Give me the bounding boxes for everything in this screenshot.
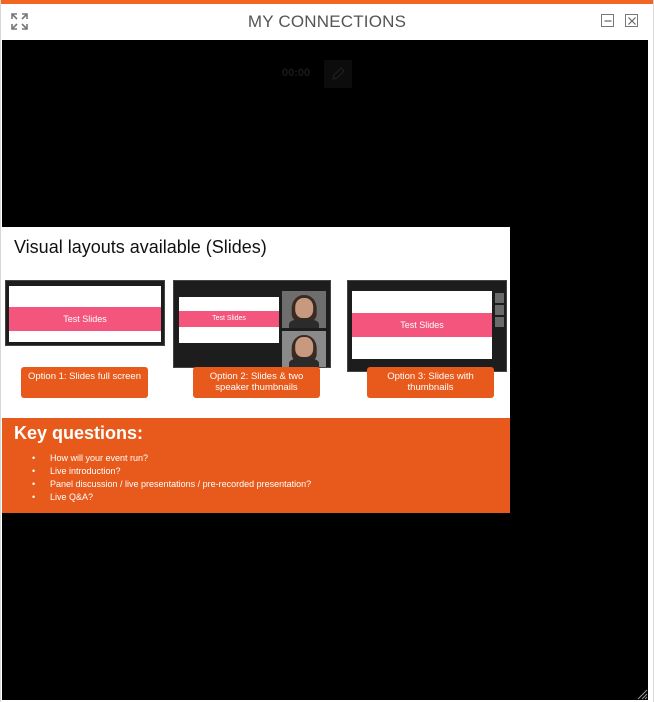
speaker-thumbnail-1 (282, 291, 326, 328)
minimize-icon[interactable] (601, 14, 614, 27)
resize-grip-icon[interactable] (636, 687, 648, 700)
layout-thumbnail-1: Test Slides (5, 280, 165, 346)
window-title: MY CONNECTIONS (247, 12, 407, 31)
window-titlebar[interactable]: MY CONNECTIONS (1, 4, 653, 40)
list-item: How will your event run? (32, 452, 311, 465)
list-item: Live Q&A? (32, 491, 311, 504)
session-timer: 00:00 (282, 67, 311, 79)
participant-thumbnail (495, 305, 504, 315)
thumbnail-slide-label: Test Slides (9, 307, 161, 331)
list-item: Panel discussion / live presentations / … (32, 478, 311, 491)
key-questions-title: Key questions: (14, 423, 144, 443)
close-icon[interactable] (625, 14, 638, 27)
participant-thumbnail (495, 293, 504, 303)
option-2-label: Option 2: Slides & two speaker thumbnail… (193, 367, 320, 398)
video-stage: 00:00 Visual layouts available (Slides) … (2, 40, 648, 700)
shared-slide: Visual layouts available (Slides) Test S… (2, 227, 510, 513)
option-1-label: Option 1: Slides full screen (21, 367, 148, 398)
option-3-label: Option 3: Slides with thumbnails (367, 367, 494, 398)
slide-heading: Visual layouts available (Slides) (14, 237, 267, 257)
thumbnail-slide-label: Test Slides (179, 311, 279, 327)
connections-window: MY CONNECTIONS 00:00 Visual layouts avai… (0, 0, 654, 702)
edit-icon[interactable] (324, 60, 352, 88)
speaker-thumbnail-2 (282, 331, 326, 367)
thumbnail-slide-label: Test Slides (352, 313, 492, 337)
participant-thumbnail (495, 317, 504, 327)
layout-thumbnail-2: Test Slides (173, 280, 331, 368)
list-item: Live introduction? (32, 465, 311, 478)
layout-thumbnail-3: Test Slides (347, 280, 507, 372)
key-questions-panel: Key questions: How will your event run? … (2, 418, 510, 513)
key-questions-list: How will your event run? Live introducti… (32, 452, 311, 504)
